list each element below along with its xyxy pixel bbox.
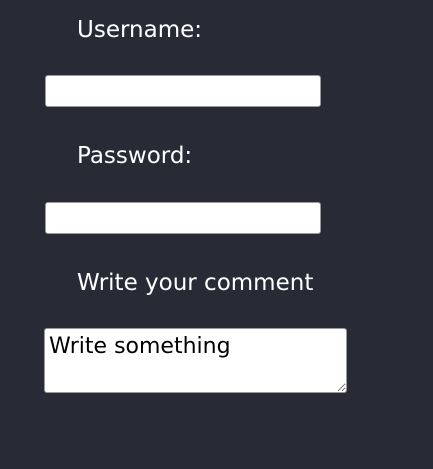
username-label: Username: [77,17,202,43]
comment-label: Write your comment [77,270,314,296]
password-label: Password: [77,143,193,169]
password-input[interactable] [45,202,321,234]
comment-textarea[interactable] [44,328,347,393]
username-input[interactable] [45,75,321,107]
